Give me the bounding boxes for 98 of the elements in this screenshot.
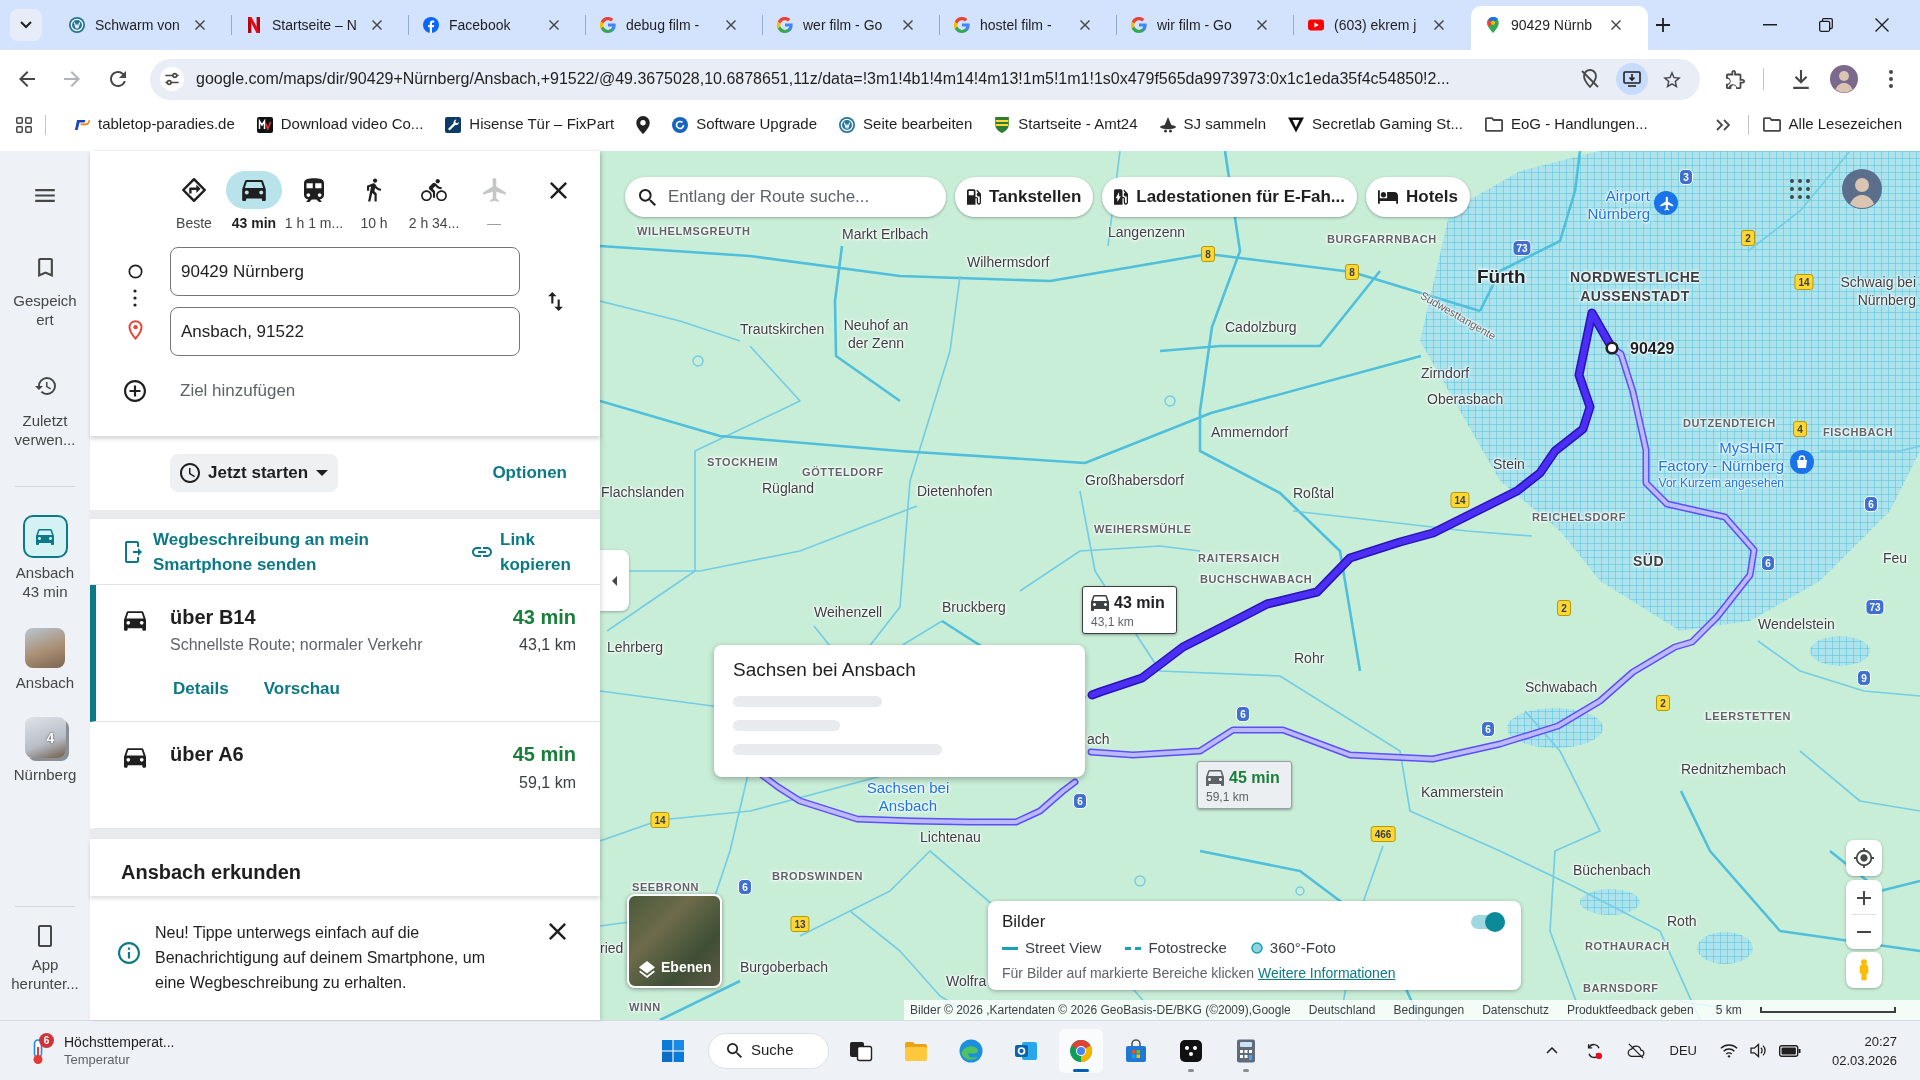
imagery-title: Bilder [1002,911,1046,933]
place-label: Markt Erlbach [842,225,929,243]
place-label: Bruckberg [942,598,1006,616]
road-sign: 6 [1864,496,1878,512]
place-label: Lehrberg [607,638,664,656]
district-label: RAITERSAICH [1198,551,1280,565]
district-label: WILHELMSGREUTH [637,224,751,238]
district-label: BUCHSCHWABACH [1200,572,1313,586]
district-label: BRODSWINDEN [772,869,863,883]
notification-badge: 6 [39,1032,54,1048]
place-label: Burgoberbach [740,958,828,976]
district-label: LEERSTETTEN [1705,709,1792,723]
road-sign: 13 [790,916,810,932]
place-label: Trautskirchen [740,320,825,338]
place-label: Flachslanden [601,483,685,501]
road-sign: 3 [1679,169,1693,185]
place-label: Rügland [762,479,815,497]
start-label: 90429 [1630,338,1675,358]
district-label: FISCHBACH [1823,425,1894,439]
district-label: BURGFARRNBACH [1327,232,1437,246]
place-label: Zirndorf [1421,364,1470,382]
place-label: Stein [1493,455,1525,473]
scale-label: 5 km [1715,1002,1742,1019]
road-sign: 6 [738,879,752,895]
road-sign: 466 [1370,826,1396,842]
imagery-hint: Für Bilder auf markierte Bereiche klicken Weitere Informationen [1002,963,1397,982]
place-label: Kammerstein [1421,783,1504,801]
legend-label: Fotostrecke [1148,938,1227,958]
place-label: Dietenhofen [917,482,993,500]
distance-text: 59,1 km [519,773,576,793]
road-sign: 73 [1512,240,1532,256]
road-sign: 14 [1794,274,1814,290]
road-sign: 6 [1236,706,1250,722]
road-sign: 8 [1201,246,1215,262]
district-label: STOCKHEIM [707,455,779,469]
district-label: BARNSDORF [1583,981,1659,995]
place-label: Schwaig bei Nürnberg [1840,273,1916,309]
district-label: SEEBRONN [632,880,700,894]
section-heading: Ansbach erkunden [121,861,302,883]
road-sign: 14 [650,812,670,828]
road-sign: 14 [1450,492,1470,508]
road-sign: 2 [1557,600,1571,616]
road-sign: 4 [1793,421,1807,437]
place-label: Wendelstein [1758,615,1835,633]
place-label: Cadolzburg [1225,318,1297,336]
district-label: SÜD [1633,551,1665,571]
road-sign: 2 [1741,230,1755,246]
place-label: Ammerndorf [1211,423,1289,441]
place-label: Schwabach [1525,678,1598,696]
route-title: über A6 [170,742,244,767]
distance-text: 43,1 km [1091,615,1135,630]
distance-text: 59,1 km [1206,790,1250,805]
poi-note: Vor Kurzem angesehen [1658,476,1784,490]
place-label: Langenzenn [1108,223,1186,241]
district-label: DUTZENDTEICH [1683,416,1776,430]
copyright-text: Bilder © 2026 ,Kartendaten © 2026 GeoBasis-DE/BKG (©2009),Google [910,1002,1291,1019]
place-label: Feu [1883,549,1908,567]
road-sign: 9 [1857,670,1871,686]
place-label: ried [600,939,624,957]
distance-text: 43,1 km [519,635,576,655]
road-sign: 6 [1073,793,1087,809]
duration-text: 45 min [1229,768,1280,788]
place-label: Rohr [1294,649,1325,667]
place-title: Sachsen bei Ansbach [733,658,917,682]
place-label: Lichtenau [920,828,981,846]
photo-count: 4 [46,729,55,748]
district-label: GÖTTELDORF [802,465,884,479]
notice-text: Neu! Tippe unterwegs einfach auf die Benachrichtigung auf deinem Smartphone, um eine Wegbeschreibung zu erhalten. [155,923,486,993]
duration-text: 45 min [512,742,576,767]
place-label: Roth [1667,912,1697,930]
district-label: WEIHERSMÜHLE [1094,522,1192,536]
weather-subtitle: Temperatur [64,1051,131,1068]
road-sign: 73 [1865,599,1885,615]
legend-label: Street View [1025,938,1102,958]
road-sign: 8 [1345,264,1359,280]
route-note: Schnellste Route; normaler Verkehr [170,635,423,655]
road-sign: 2 [1656,695,1670,711]
road-sign: 6 [1761,555,1775,571]
district-label: REICHELSDORF [1532,510,1626,524]
road-sign: 6 [1481,721,1495,737]
place-label: Rednitzhembach [1681,760,1787,778]
place-label: Großhabersdorf [1085,471,1184,489]
duration-text: 43 min [1114,593,1165,613]
place-label: Wolfra [946,972,987,990]
place-label: ach [1087,730,1110,748]
place-label: Wilhermsdorf [967,253,1050,271]
place-label: Weihenzell [814,603,883,621]
route-title: über B14 [170,605,256,630]
place-label: Oberasbach [1427,390,1504,408]
place-label: Roßtal [1293,484,1335,502]
duration-text: 43 min [512,605,576,630]
place-label: Neuhof an der Zenn [843,316,909,352]
place-label: Büchenbach [1573,861,1651,879]
city-label: Fürth [1477,266,1526,288]
district-label: NORDWESTLICHE AUSSENSTADT [1569,268,1701,306]
url-text: google.com/maps/dir/90429+Nürnberg/Ansbach,+91522/@49.3675028,10.6878651,11z/data=!3m1!4b1!4m14!4m13!1m5!1m1!1s0x479f565da9973973:0x1c1eda35f4c54850!2... [196,69,1451,89]
legend-label: 360°-Foto [1269,938,1336,958]
district-label: WINN [629,1000,661,1014]
